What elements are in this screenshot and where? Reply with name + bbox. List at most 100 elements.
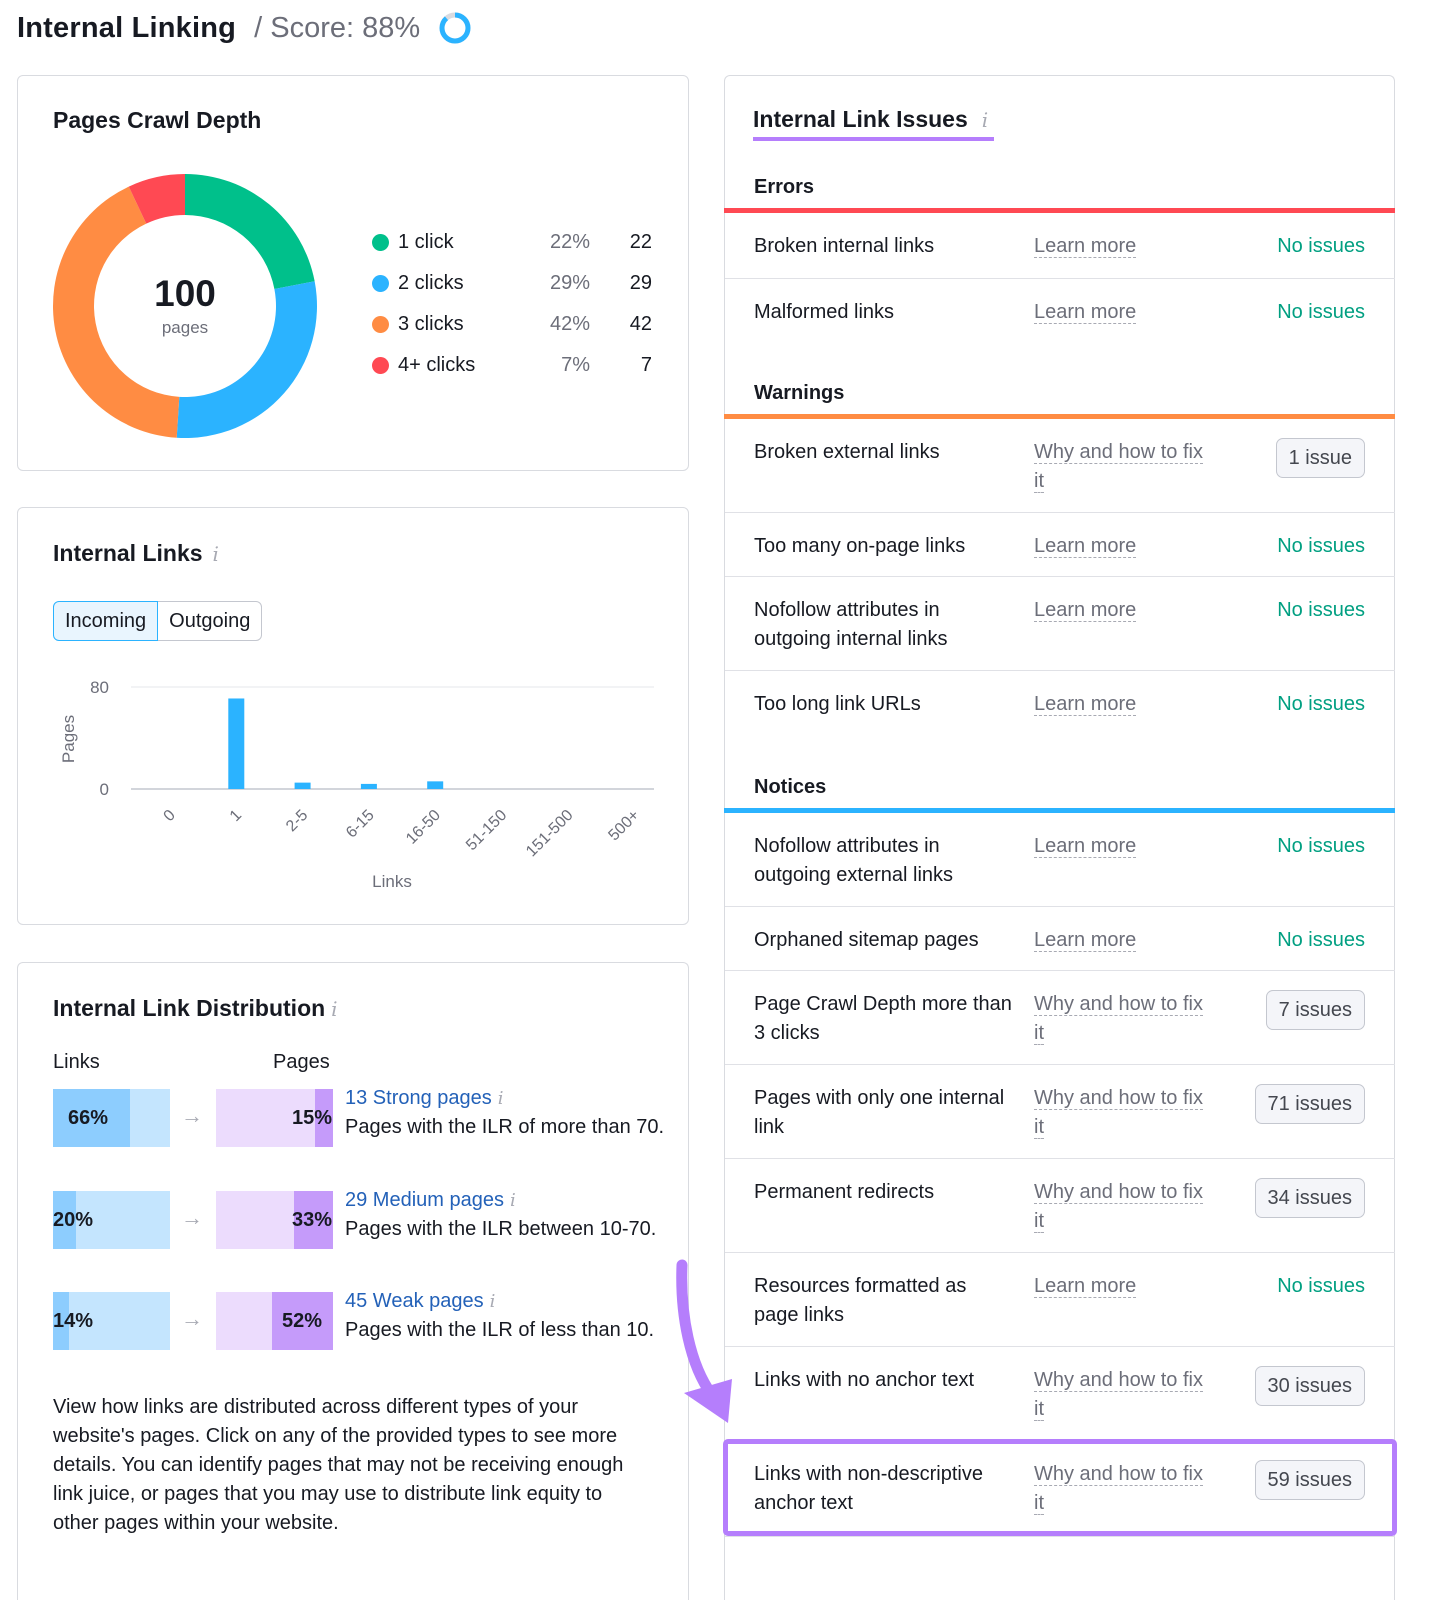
issue-help-link[interactable]: Why and how to fix it — [1034, 438, 1204, 496]
legend-label: 2 clicks — [398, 272, 464, 294]
legend-dot-icon — [372, 357, 389, 374]
tab-incoming[interactable]: Incoming — [53, 601, 159, 641]
bar-16-50[interactable] — [427, 781, 444, 789]
issue-help-link[interactable]: Why and how to fix it — [1034, 1460, 1204, 1518]
section-label-warnings: Warnings — [754, 382, 845, 404]
pages-share-bar: 15% — [216, 1089, 333, 1147]
legend-item[interactable]: 3 clicks 42% 42 — [372, 304, 652, 345]
links-share-value: 20% — [53, 1208, 94, 1231]
donut-slice-2-clicks[interactable] — [176, 281, 317, 438]
issue-row: Pages with only one internal link Why and… — [725, 1065, 1395, 1159]
issue-row: Broken external links Why and how to fix … — [725, 419, 1395, 513]
donut-slice-3-clicks[interactable] — [53, 186, 180, 438]
issue-help-link[interactable]: Why and how to fix it — [1034, 1178, 1204, 1236]
internal-links-bar-chart: Pages Links 0 80 0 1 2-5 6-15 16-50 51-150 151-5… — [59, 678, 654, 891]
issue-count-button[interactable]: 71 issues — [1254, 1084, 1365, 1124]
issue-help-link-text[interactable]: Learn more — [1034, 1275, 1137, 1298]
issue-name: Nofollow attributes in outgoing external… — [754, 835, 954, 886]
issue-row: Nofollow attributes in outgoing internal… — [725, 577, 1395, 671]
strong-pages-link[interactable]: 13 Strong pages — [345, 1087, 492, 1109]
score-label: / Score: 88% — [254, 11, 421, 44]
tab-outgoing[interactable]: Outgoing — [157, 601, 263, 641]
issue-help-link-text[interactable]: Why and how to fix it — [1034, 1463, 1203, 1515]
info-icon[interactable]: i — [490, 1291, 496, 1312]
issue-help-link[interactable]: Why and how to fix it — [1034, 1084, 1204, 1142]
issue-count-button[interactable]: 34 issues — [1254, 1178, 1365, 1218]
arrow-right-icon: → — [181, 1205, 203, 1230]
internal-links-title: Internal Links — [53, 540, 203, 566]
distribution-row-medium[interactable]: 20% → 33% 29 Medium pages i Pages with th… — [53, 1189, 673, 1291]
issue-name: Too long link URLs — [754, 693, 921, 715]
issues-tab[interactable]: Internal Link Issues i — [753, 106, 995, 141]
legend-item[interactable]: 4+ clicks 7% 7 — [372, 345, 652, 386]
issue-name: Orphaned sitemap pages — [754, 929, 979, 951]
y-axis-label: Pages — [59, 715, 78, 763]
bar-1[interactable] — [228, 698, 245, 789]
links-share-bar: 14% — [53, 1292, 170, 1350]
pages-share-value: 15% — [291, 1106, 332, 1129]
issue-help-link[interactable]: Learn more — [1034, 596, 1204, 625]
issue-count-button[interactable]: 59 issues — [1254, 1460, 1365, 1500]
info-icon[interactable]: i — [510, 1190, 516, 1211]
issue-help-link[interactable]: Learn more — [1034, 690, 1204, 719]
issue-row: Links with non-descriptive anchor text Wh… — [725, 1441, 1395, 1537]
issue-help-link[interactable]: Learn more — [1034, 232, 1204, 261]
distribution-heading: Internal Link Distribution i — [53, 995, 338, 1022]
info-icon[interactable]: i — [982, 108, 988, 132]
issue-count-button[interactable]: 7 issues — [1265, 990, 1365, 1030]
issue-help-link-text[interactable]: Learn more — [1034, 535, 1137, 558]
donut-slice-1-click[interactable] — [185, 174, 315, 289]
issue-help-link-text[interactable]: Why and how to fix it — [1034, 1181, 1203, 1233]
issue-status: No issues — [1277, 301, 1365, 323]
legend-label: 1 click — [398, 231, 454, 253]
distribution-row-strong[interactable]: 66% → 15% 13 Strong pages i Pages with th… — [53, 1087, 673, 1189]
issue-help-link[interactable]: Learn more — [1034, 298, 1204, 327]
distribution-row-weak[interactable]: 14% → 52% 45 Weak pages i Pages with the … — [53, 1290, 673, 1392]
issue-help-link[interactable]: Learn more — [1034, 1272, 1204, 1301]
x-tick-label: 6-15 — [343, 807, 378, 842]
distribution-text: 29 Medium pages i Pages with the ILR betw… — [345, 1186, 665, 1244]
pages-share-bar: 33% — [216, 1191, 333, 1249]
x-tick-label: 0 — [161, 807, 179, 825]
issue-status: No issues — [1277, 835, 1365, 857]
issue-help-link[interactable]: Learn more — [1034, 832, 1204, 861]
legend-item[interactable]: 2 clicks 29% 29 — [372, 263, 652, 304]
issue-name: Too many on-page links — [754, 535, 966, 557]
links-direction-toggle: Incoming Outgoing — [53, 601, 263, 641]
bar-2-5[interactable] — [294, 782, 311, 789]
issue-help-link-text[interactable]: Learn more — [1034, 835, 1137, 858]
issue-count-button[interactable]: 1 issue — [1275, 438, 1365, 478]
legend-dot-icon — [372, 316, 389, 333]
issue-name: Broken external links — [754, 441, 940, 463]
issue-row: Permanent redirects Why and how to fix it… — [725, 1159, 1395, 1253]
issue-help-link-text[interactable]: Learn more — [1034, 693, 1137, 716]
info-icon[interactable]: i — [498, 1088, 504, 1109]
weak-pages-link[interactable]: 45 Weak pages — [345, 1290, 484, 1312]
issue-help-link[interactable]: Learn more — [1034, 532, 1204, 561]
issue-help-link[interactable]: Why and how to fix it — [1034, 990, 1204, 1048]
issue-name: Malformed links — [754, 301, 895, 323]
legend-count: 22 — [629, 231, 652, 253]
x-tick-label: 51-150 — [463, 807, 510, 854]
issue-help-link-text[interactable]: Why and how to fix it — [1034, 993, 1203, 1045]
issue-help-link-text[interactable]: Learn more — [1034, 301, 1137, 324]
legend-count: 7 — [640, 354, 652, 376]
issue-help-link-text[interactable]: Learn more — [1034, 929, 1137, 952]
issue-help-link-text[interactable]: Learn more — [1034, 599, 1137, 622]
issue-name: Permanent redirects — [754, 1181, 935, 1203]
info-icon[interactable]: i — [213, 542, 219, 566]
x-tick-label: 16-50 — [403, 807, 444, 848]
issue-help-link-text[interactable]: Why and how to fix it — [1034, 441, 1203, 493]
medium-pages-link[interactable]: 29 Medium pages — [345, 1189, 504, 1211]
issue-help-link[interactable]: Learn more — [1034, 926, 1204, 955]
issue-help-link[interactable]: Why and how to fix it — [1034, 1366, 1204, 1424]
info-icon[interactable]: i — [331, 997, 337, 1021]
issue-help-link-text[interactable]: Learn more — [1034, 235, 1137, 258]
issue-help-link-text[interactable]: Why and how to fix it — [1034, 1087, 1203, 1139]
distribution-title: Internal Link Distribution — [53, 995, 326, 1021]
issue-count-button[interactable]: 30 issues — [1254, 1366, 1365, 1406]
issue-help-link-text[interactable]: Why and how to fix it — [1034, 1369, 1203, 1421]
distribution-description: Pages with the ILR of more than 70. — [345, 1116, 665, 1138]
bar-6-15[interactable] — [360, 783, 377, 789]
legend-item[interactable]: 1 click 22% 22 — [372, 222, 652, 263]
